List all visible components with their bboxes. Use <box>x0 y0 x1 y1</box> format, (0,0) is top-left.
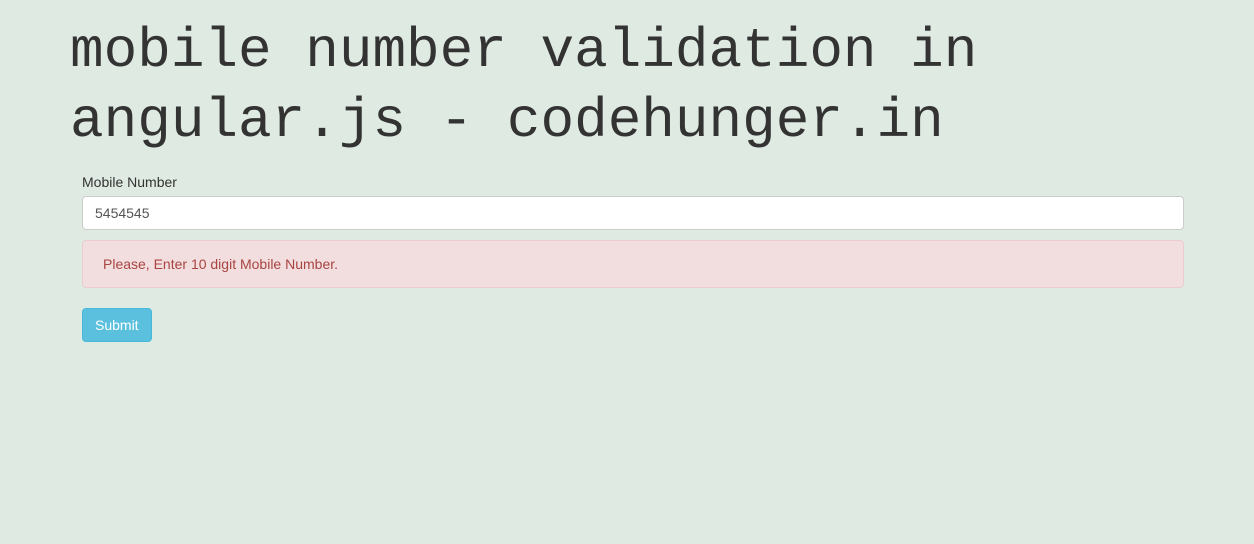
page-title: mobile number validation in angular.js -… <box>0 0 1254 156</box>
mobile-number-input[interactable] <box>82 196 1184 230</box>
mobile-number-label: Mobile Number <box>82 174 1184 190</box>
submit-button[interactable]: Submit <box>82 308 152 342</box>
form-container: Mobile Number Please, Enter 10 digit Mob… <box>0 156 1254 342</box>
validation-error-message: Please, Enter 10 digit Mobile Number. <box>82 240 1184 288</box>
